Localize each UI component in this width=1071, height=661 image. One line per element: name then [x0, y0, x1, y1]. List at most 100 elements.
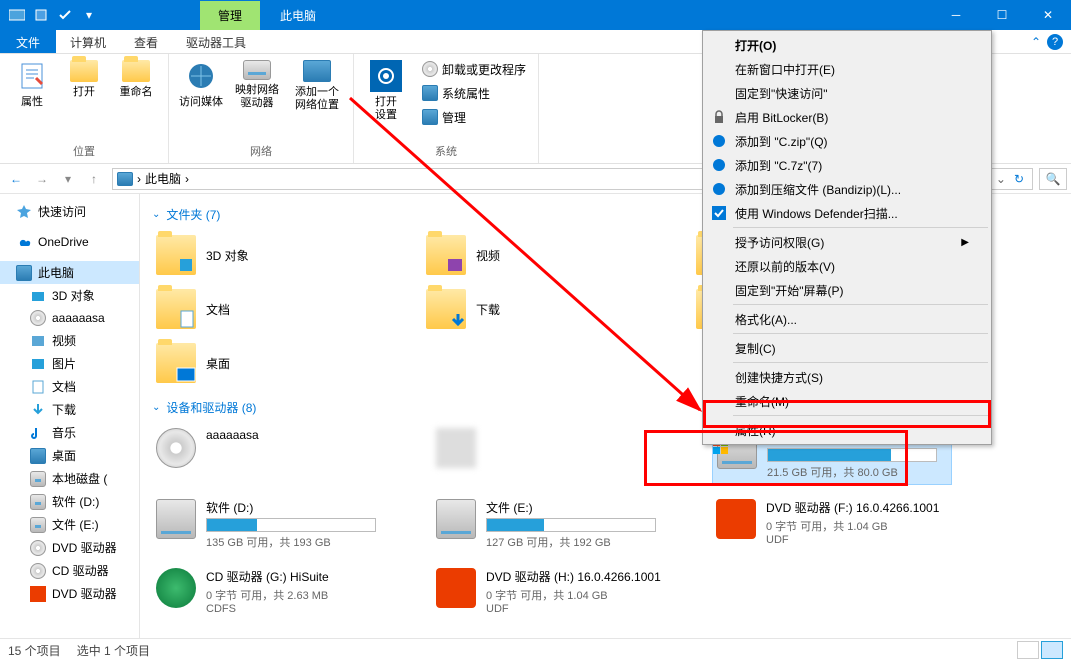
drive-name: CD 驱动器 (G:) HiSuite: [206, 568, 388, 585]
ctx-rename[interactable]: 重命名(M): [705, 389, 989, 413]
drive-filesystem: UDF: [486, 603, 668, 615]
sidebar-this-pc[interactable]: 此电脑: [0, 261, 139, 284]
ctx-bitlocker[interactable]: 启用 BitLocker(B): [705, 105, 989, 129]
refresh-icon[interactable]: ↻: [1010, 172, 1028, 186]
help-icon[interactable]: ?: [1047, 34, 1063, 50]
close-button[interactable]: ✕: [1025, 0, 1071, 30]
chevron-down-icon: ⌄: [152, 402, 160, 413]
drive-subtitle: 21.5 GB 可用，共 80.0 GB: [767, 464, 947, 480]
sidebar-item[interactable]: 文件 (E:): [0, 513, 139, 536]
collapse-ribbon-icon[interactable]: ⌃: [1031, 35, 1041, 49]
ctx-grant-access[interactable]: 授予访问权限(G)▶: [705, 230, 989, 254]
drive-subtitle: 0 字节 可用，共 2.63 MB: [206, 587, 388, 603]
tab-drivetools[interactable]: 驱动器工具: [172, 30, 260, 53]
system-properties-button[interactable]: 系统属性: [418, 82, 530, 104]
chevron-down-icon: ⌄: [152, 209, 160, 220]
properties-button[interactable]: 属性: [8, 58, 56, 111]
sidebar-item[interactable]: 图片: [0, 352, 139, 375]
drive-item[interactable]: [432, 424, 672, 485]
ctx-copy[interactable]: 复制(C): [705, 336, 989, 360]
uninstall-programs-button[interactable]: 卸载或更改程序: [418, 58, 530, 80]
ctx-open-new-window[interactable]: 在新窗口中打开(E): [705, 57, 989, 81]
ctx-defender[interactable]: 使用 Windows Defender扫描...: [705, 201, 989, 225]
sidebar-item[interactable]: 本地磁盘 (: [0, 467, 139, 490]
sidebar-item[interactable]: DVD 驱动器: [0, 536, 139, 559]
open-settings-button[interactable]: 打开 设置: [362, 58, 410, 124]
group-label: 网络: [250, 143, 272, 161]
manage-button[interactable]: 管理: [418, 106, 530, 128]
minimize-button[interactable]: ─: [933, 0, 979, 30]
add-network-location-button[interactable]: 添加一个 网络位置: [289, 58, 345, 114]
sidebar-item[interactable]: 下载: [0, 398, 139, 421]
qat-dropdown[interactable]: ▾: [78, 4, 100, 26]
sidebar-item[interactable]: CD 驱动器: [0, 559, 139, 582]
drive-item[interactable]: aaaaaasa: [152, 424, 392, 485]
sidebar-item[interactable]: 桌面: [0, 444, 139, 467]
window-title: 此电脑: [260, 7, 336, 24]
drive-item[interactable]: 软件 (D:) 135 GB 可用，共 193 GB: [152, 495, 392, 554]
access-media-button[interactable]: 访问媒体: [177, 58, 225, 111]
drive-usage-bar: [206, 518, 376, 532]
nav-sidebar: 快速访问 OneDrive 此电脑 3D 对象 aaaaaasa 视频 图片 文…: [0, 194, 140, 638]
forward-button[interactable]: →: [30, 167, 54, 191]
drive-item[interactable]: CD 驱动器 (G:) HiSuite0 字节 可用，共 2.63 MBCDFS: [152, 564, 392, 619]
breadcrumb-item[interactable]: 此电脑: [145, 170, 181, 187]
tab-computer[interactable]: 计算机: [56, 30, 120, 53]
drive-item[interactable]: DVD 驱动器 (F:) 16.0.4266.10010 字节 可用，共 1.0…: [712, 495, 952, 554]
sidebar-item[interactable]: 音乐: [0, 421, 139, 444]
drive-item[interactable]: 文件 (E:)127 GB 可用，共 192 GB: [432, 495, 672, 554]
window-controls: ─ ☐ ✕: [933, 0, 1071, 30]
qat-item[interactable]: [30, 4, 52, 26]
sidebar-item[interactable]: 3D 对象: [0, 284, 139, 307]
ctx-add-c7z[interactable]: 添加到 "C.7z"(7): [705, 153, 989, 177]
sidebar-item[interactable]: 文档: [0, 375, 139, 398]
drive-filesystem: UDF: [766, 534, 948, 546]
ctx-properties[interactable]: 属性(R): [705, 418, 989, 442]
folder-documents[interactable]: 文档: [152, 285, 382, 333]
qat-checkbox[interactable]: [54, 4, 76, 26]
sidebar-item[interactable]: aaaaaasa: [0, 307, 139, 329]
rename-button[interactable]: 重命名: [112, 58, 160, 101]
open-button[interactable]: 打开: [60, 58, 108, 101]
submenu-arrow-icon: ▶: [961, 237, 969, 248]
ctx-pin-start[interactable]: 固定到"开始"屏幕(P): [705, 278, 989, 302]
view-details-button[interactable]: [1017, 641, 1039, 659]
tab-file[interactable]: 文件: [0, 30, 56, 53]
tab-view[interactable]: 查看: [120, 30, 172, 53]
pc-icon: [117, 172, 133, 186]
view-tiles-button[interactable]: [1041, 641, 1063, 659]
drive-name: 文件 (E:): [486, 499, 668, 516]
folder-videos[interactable]: 视频: [422, 231, 652, 279]
sidebar-onedrive[interactable]: OneDrive: [0, 231, 139, 253]
sidebar-quick-access[interactable]: 快速访问: [0, 200, 139, 223]
map-drive-button[interactable]: 映射网络 驱动器: [229, 58, 285, 112]
up-button[interactable]: ↑: [82, 167, 106, 191]
ctx-pin-quick[interactable]: 固定到"快速访问": [705, 81, 989, 105]
group-label: 位置: [73, 143, 95, 161]
manage-contextual-tab[interactable]: 管理: [200, 1, 260, 30]
folder-desktop[interactable]: 桌面: [152, 339, 382, 387]
ctx-restore-versions[interactable]: 还原以前的版本(V): [705, 254, 989, 278]
ctx-format[interactable]: 格式化(A)...: [705, 307, 989, 331]
folder-3d[interactable]: 3D 对象: [152, 231, 382, 279]
search-button[interactable]: 🔍: [1039, 168, 1067, 190]
item-count: 15 个项目: [8, 642, 61, 659]
folder-downloads[interactable]: 下载: [422, 285, 652, 333]
ribbon-group-location: 属性 打开 重命名 位置: [0, 54, 169, 163]
sidebar-item[interactable]: 软件 (D:): [0, 490, 139, 513]
address-dropdown-icon[interactable]: ⌄: [996, 172, 1006, 186]
drive-subtitle: 0 字节 可用，共 1.04 GB: [486, 587, 668, 603]
app-icon: [6, 4, 28, 26]
back-button[interactable]: ←: [4, 167, 28, 191]
drive-item[interactable]: DVD 驱动器 (H:) 16.0.4266.10010 字节 可用，共 1.0…: [432, 564, 672, 619]
sidebar-item[interactable]: DVD 驱动器: [0, 582, 139, 605]
ctx-add-czip[interactable]: 添加到 "C.zip"(Q): [705, 129, 989, 153]
drive-subtitle: 135 GB 可用，共 193 GB: [206, 534, 388, 550]
maximize-button[interactable]: ☐: [979, 0, 1025, 30]
recent-dropdown[interactable]: ▾: [56, 167, 80, 191]
ctx-open[interactable]: 打开(O): [705, 33, 989, 57]
drive-name: 软件 (D:): [206, 499, 388, 516]
ctx-create-shortcut[interactable]: 创建快捷方式(S): [705, 365, 989, 389]
ctx-bandizip[interactable]: 添加到压缩文件 (Bandizip)(L)...: [705, 177, 989, 201]
sidebar-item[interactable]: 视频: [0, 329, 139, 352]
